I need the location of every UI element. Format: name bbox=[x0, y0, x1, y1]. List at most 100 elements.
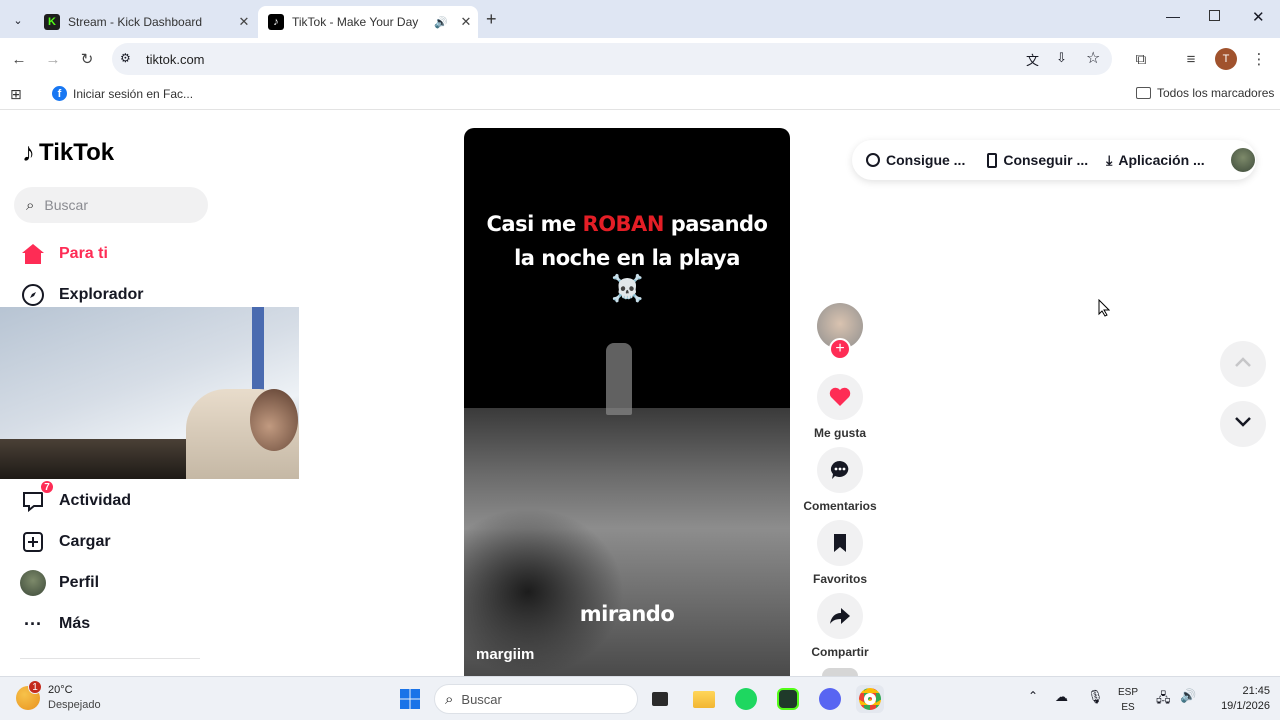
get-app-bar: Consigue ... Conseguir ... ⤓ Aplicación … bbox=[852, 140, 1256, 180]
sidebar-item-label: Actividad bbox=[59, 492, 132, 509]
apps-grid-icon[interactable]: ⊞ bbox=[10, 86, 22, 103]
clock[interactable]: 21:45 19/1/2026 bbox=[1208, 684, 1270, 714]
close-window-button[interactable]: ✕ bbox=[1252, 8, 1265, 26]
chevron-down-icon: ⌄ bbox=[13, 14, 23, 27]
compass-icon bbox=[20, 282, 46, 308]
site-info-icon[interactable]: ⚙ bbox=[120, 51, 131, 65]
minimize-button[interactable]: — bbox=[1166, 8, 1180, 24]
weather-desc: Despejado bbox=[48, 699, 101, 711]
profile-avatar[interactable]: T bbox=[1215, 48, 1237, 70]
get-coins-button[interactable]: Consigue ... bbox=[866, 152, 965, 168]
share-label: Compartir bbox=[811, 645, 869, 659]
menu-icon[interactable]: ⋮ bbox=[1248, 48, 1270, 70]
get-app-button[interactable]: Conseguir ... bbox=[987, 152, 1088, 168]
back-button[interactable]: ← bbox=[8, 48, 30, 70]
more-dots-icon: ··· bbox=[24, 613, 42, 634]
next-video-button[interactable] bbox=[1220, 401, 1266, 447]
tiktok-note-icon: ♪ bbox=[22, 137, 35, 167]
close-tab-icon[interactable]: ✕ bbox=[454, 14, 478, 30]
forward-button[interactable]: → bbox=[42, 48, 64, 70]
onedrive-icon[interactable]: ☁ bbox=[1055, 689, 1068, 705]
volume-icon[interactable]: 🔊 bbox=[1180, 688, 1196, 704]
microphone-icon[interactable]: 🎙 bbox=[1087, 689, 1104, 705]
sidebar-item-label: Perfil bbox=[59, 574, 100, 591]
spotify-icon[interactable] bbox=[732, 685, 760, 713]
tab-kick-dashboard[interactable]: K Stream - Kick Dashboard ✕ bbox=[34, 6, 256, 38]
sidebar-item-label: Para ti bbox=[59, 245, 108, 262]
video-player[interactable]: Casi me ROBAN pasando la noche en la pla… bbox=[464, 128, 790, 676]
previous-video-button[interactable] bbox=[1220, 341, 1266, 387]
share-action[interactable]: Compartir bbox=[805, 593, 875, 659]
tab-tiktok[interactable]: ♪ TikTok - Make Your Day 🔊 ✕ bbox=[258, 6, 478, 38]
chrome-icon[interactable] bbox=[856, 685, 884, 713]
search-icon: ⌕ bbox=[445, 690, 454, 708]
search-input[interactable]: ⌕ Buscar bbox=[14, 187, 208, 223]
file-explorer-icon[interactable] bbox=[690, 685, 718, 713]
tiktok-logo[interactable]: ♪ TikTok bbox=[22, 137, 114, 168]
weather-badge: 1 bbox=[28, 680, 42, 694]
new-tab-button[interactable]: + bbox=[486, 9, 497, 30]
restore-button[interactable] bbox=[1209, 10, 1220, 21]
facebook-icon: f bbox=[52, 86, 67, 101]
bookmarks-bar: ⊞ f Iniciar sesión en Fac... Todos los m… bbox=[0, 80, 1280, 110]
language-indicator[interactable]: ESP ES bbox=[1118, 685, 1138, 715]
close-tab-icon[interactable]: ✕ bbox=[232, 14, 256, 30]
bookmark-star-icon[interactable]: ☆ bbox=[1086, 48, 1100, 68]
webcam-person-head bbox=[250, 389, 298, 451]
task-view-icon[interactable] bbox=[646, 685, 674, 713]
all-bookmarks-button[interactable]: Todos los marcadores bbox=[1136, 86, 1274, 100]
weather-widget[interactable]: 1 20°C Despejado bbox=[16, 680, 101, 713]
speaker-icon[interactable]: 🔊 bbox=[434, 16, 448, 29]
folder-icon bbox=[1136, 87, 1151, 99]
favorites-label: Favoritos bbox=[812, 572, 867, 586]
sidebar-divider bbox=[20, 658, 200, 659]
sidebar-item-para-ti[interactable]: Para ti bbox=[20, 240, 108, 268]
heart-icon[interactable] bbox=[817, 374, 863, 420]
sidebar-item-perfil[interactable]: Perfil bbox=[20, 569, 99, 597]
translate-icon[interactable]: 文 bbox=[1026, 50, 1039, 69]
bookmark-facebook[interactable]: f Iniciar sesión en Fac... bbox=[52, 86, 193, 101]
sound-disc-partial[interactable] bbox=[822, 668, 858, 676]
reload-button[interactable]: ↻ bbox=[76, 48, 98, 70]
mouse-cursor bbox=[1098, 298, 1111, 322]
like-action[interactable]: Me gusta bbox=[805, 374, 875, 440]
sidebar-item-mas[interactable]: ··· Más bbox=[20, 610, 90, 638]
tiktok-favicon-icon: ♪ bbox=[268, 14, 284, 30]
video-figure bbox=[606, 343, 632, 415]
clock-time: 21:45 bbox=[1242, 685, 1270, 697]
network-icon[interactable]: 🖧 bbox=[1156, 689, 1171, 711]
share-arrow-icon[interactable] bbox=[817, 593, 863, 639]
url-text: tiktok.com bbox=[146, 51, 205, 67]
sidebar-item-explorador[interactable]: Explorador bbox=[20, 281, 143, 309]
address-bar[interactable]: ⚙ tiktok.com 文 ⇩ ☆ bbox=[112, 43, 1112, 75]
pc-app-button[interactable]: ⤓ Aplicación ... bbox=[1106, 152, 1205, 169]
tab-search-dropdown[interactable]: ⌄ bbox=[8, 10, 28, 30]
user-avatar[interactable] bbox=[1230, 148, 1255, 172]
comment-icon[interactable] bbox=[817, 447, 863, 493]
show-hidden-icons[interactable]: ⌃ bbox=[1028, 689, 1038, 703]
bookmark-icon[interactable] bbox=[817, 520, 863, 566]
download-icon: ⤓ bbox=[1106, 151, 1113, 168]
creator-avatar[interactable]: + bbox=[817, 303, 863, 360]
follow-plus-icon[interactable]: + bbox=[829, 338, 851, 360]
discord-icon[interactable] bbox=[816, 685, 844, 713]
windows-start-icon[interactable] bbox=[396, 685, 424, 713]
green-app-icon[interactable] bbox=[774, 685, 802, 713]
chevron-up-icon bbox=[1234, 355, 1252, 373]
search-placeholder: Buscar bbox=[44, 197, 88, 213]
taskbar-search[interactable]: ⌕ Buscar bbox=[434, 684, 638, 714]
inbox-icon: 7 bbox=[20, 480, 54, 514]
browser-tab-bar: ⌄ K Stream - Kick Dashboard ✕ ♪ TikTok -… bbox=[0, 0, 1280, 38]
video-caption-line1: Casi me ROBAN pasando bbox=[486, 212, 768, 236]
sidebar-item-cargar[interactable]: Cargar bbox=[20, 528, 111, 556]
favorites-action[interactable]: Favoritos bbox=[805, 520, 875, 586]
extensions-icon[interactable]: ⧉ bbox=[1130, 48, 1152, 70]
install-app-icon[interactable]: ⇩ bbox=[1056, 50, 1067, 66]
sidebar-item-actividad[interactable]: 7 Actividad bbox=[20, 480, 132, 515]
comments-action[interactable]: Comentarios bbox=[803, 447, 877, 513]
moon-weather-icon: 1 bbox=[16, 680, 42, 710]
sidebar-item-label: Cargar bbox=[59, 533, 111, 550]
video-author[interactable]: margiim bbox=[476, 646, 534, 663]
media-control-icon[interactable]: ≡ bbox=[1180, 48, 1202, 70]
upload-plus-icon bbox=[20, 529, 46, 555]
